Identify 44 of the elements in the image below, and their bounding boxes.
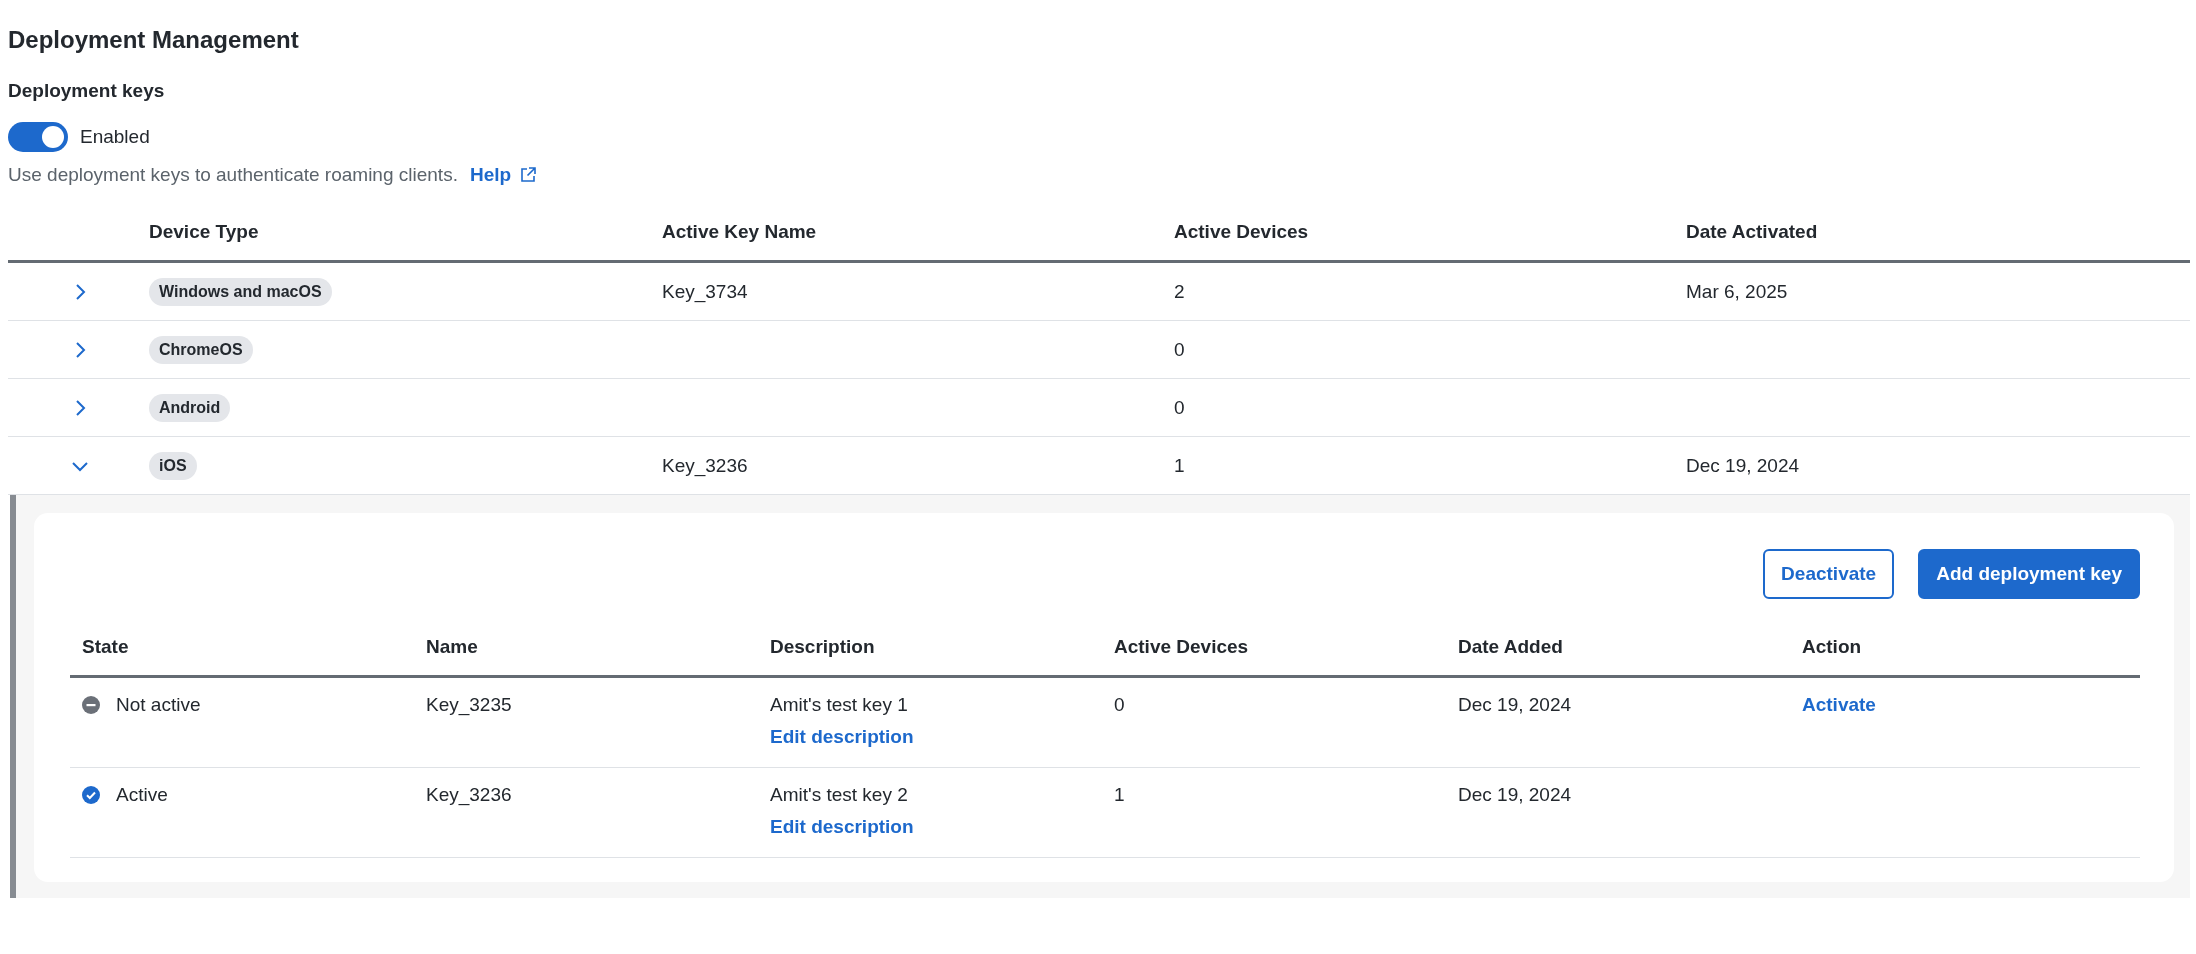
toggle-label: Enabled xyxy=(80,126,150,148)
table-cell-text: 0 xyxy=(1174,396,1186,419)
external-link-icon xyxy=(519,166,538,184)
table-cell-text: 2 xyxy=(1174,280,1186,303)
column-header: Device Type xyxy=(149,221,260,243)
deactivate-button[interactable]: Deactivate xyxy=(1763,549,1895,599)
table-cell-text: Dec 19, 2024 xyxy=(1686,454,1801,477)
table-cell-text: 1 xyxy=(1113,783,1126,807)
state-text: Not active xyxy=(116,694,201,716)
table-cell-text: Key_3734 xyxy=(662,280,749,303)
column-header: Action xyxy=(1801,636,1863,658)
description-text: Amit's test key 1 xyxy=(770,694,908,716)
column-header: Description xyxy=(769,636,876,658)
page-title: Deployment Management xyxy=(8,25,300,55)
column-header: State xyxy=(81,636,130,658)
description-text: Use deployment keys to authenticate roaming clients. xyxy=(8,164,458,186)
column-header: Active Devices xyxy=(1113,636,1250,658)
device-type-tag: iOS xyxy=(149,451,197,480)
edit-description-link[interactable]: Edit description xyxy=(770,816,914,838)
column-header: Active Devices xyxy=(1174,221,1310,243)
table-cell-text: Dec 19, 2024 xyxy=(1457,693,1573,717)
edit-description-link[interactable]: Edit description xyxy=(770,726,914,748)
section-title: Deployment keys xyxy=(8,80,166,102)
description-text: Amit's test key 2 xyxy=(770,784,908,806)
column-header: Active Key Name xyxy=(662,221,818,243)
activate-link[interactable]: Activate xyxy=(1802,694,1876,716)
table-cell-text: Key_3235 xyxy=(425,693,513,718)
table-cell-text: Mar 6, 2025 xyxy=(1686,280,1789,303)
table-cell-text: Dec 19, 2024 xyxy=(1457,783,1573,807)
table-cell-text: 1 xyxy=(1174,454,1186,477)
table-cell-text: Key_3236 xyxy=(425,783,513,808)
device-type-tag: Android xyxy=(149,393,231,422)
device-type-tag: ChromeOS xyxy=(149,335,253,364)
column-header: Date Added xyxy=(1457,636,1564,658)
device-type-tag: Windows and macOS xyxy=(149,277,332,306)
state-text: Active xyxy=(116,784,168,806)
column-header: Date Activated xyxy=(1686,221,1819,243)
toggle-switch[interactable] xyxy=(8,122,68,152)
table-cell-text: 0 xyxy=(1113,693,1126,717)
table-cell-text: Key_3236 xyxy=(662,454,749,477)
add-key-button[interactable]: Add deployment key xyxy=(1918,549,2140,599)
help-link[interactable]: Help xyxy=(469,164,538,186)
table-cell-text: 0 xyxy=(1174,338,1186,361)
column-header: Name xyxy=(425,636,479,658)
